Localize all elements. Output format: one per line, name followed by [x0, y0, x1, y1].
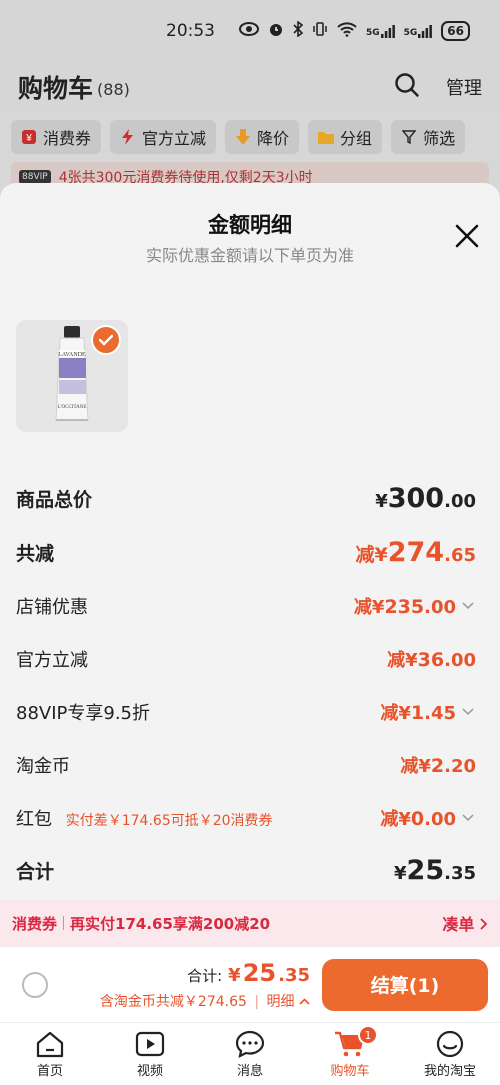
subtotal-value: ¥ 25 .35: [394, 855, 476, 886]
bluetooth-icon: [293, 20, 304, 41]
row-subtotal: 合计 ¥ 25 .35: [16, 855, 476, 886]
filter-group[interactable]: 分组: [308, 120, 383, 154]
checkout-button[interactable]: 结算(1): [322, 958, 488, 1011]
selected-check-icon[interactable]: [91, 325, 121, 355]
coupon-text: 再实付174.65享满200减20: [70, 914, 271, 933]
chevron-up-icon: [299, 994, 310, 1010]
filter-filter[interactable]: 筛选: [391, 120, 466, 154]
red-packet-note: 实付差￥174.65可抵￥20消费券: [65, 813, 273, 829]
filter-coupon[interactable]: ¥ 消费券: [11, 120, 102, 154]
home-icon: [36, 1031, 64, 1057]
battery-icon: 66: [441, 21, 470, 41]
row-total-price: 商品总价 ¥ 300 .00: [16, 483, 476, 514]
down-arrow-icon: [235, 129, 251, 145]
alarm-icon: [268, 21, 284, 41]
coupon-tag: 消费券: [12, 914, 58, 933]
folder-icon: [318, 129, 335, 145]
svg-text:¥: ¥: [25, 133, 32, 144]
eye-icon: [238, 22, 259, 40]
total-discount-label: 共减: [16, 543, 55, 565]
official-discount-value: 减¥ 36 .00: [387, 649, 476, 671]
row-vip-discount[interactable]: 88VIP专享9.5折 减¥ 1 .45: [16, 699, 476, 725]
checkout-total-label: 合计:: [187, 966, 223, 985]
checkout-totals: 合计: ¥ 25 .35 含淘金币共减￥274.65 | 明细: [99, 958, 310, 1010]
official-discount-label: 官方立减: [16, 650, 88, 671]
amount-detail-sheet: 金额明细 实际优惠金额请以下单页为准 LAVANDE L'OCCITANE 商品…: [0, 183, 500, 946]
sheet-title: 金额明细: [208, 213, 292, 237]
row-store-discount[interactable]: 店铺优惠 减¥ 235 .00: [16, 593, 476, 619]
checkout-bar: 合计: ¥ 25 .35 含淘金币共减￥274.65 | 明细 结算(1): [0, 946, 500, 1022]
filter-icon: [401, 129, 417, 145]
bottom-tab-bar: 首页 视频 消息 1 购物车 我的淘宝: [0, 1022, 500, 1085]
store-discount-label: 店铺优惠: [16, 597, 88, 618]
tab-cart[interactable]: 1 购物车: [300, 1023, 400, 1085]
filter-bar: ¥ 消费券 官方立减 降价 分组 筛选: [0, 120, 500, 156]
search-icon[interactable]: [394, 72, 420, 102]
checkout-total-int: 25: [242, 958, 277, 987]
detail-toggle[interactable]: 明细: [267, 994, 310, 1010]
coupon-icon: ¥: [21, 129, 37, 145]
wifi-icon: [337, 21, 357, 41]
status-icons: 5G 5G 66: [238, 20, 470, 41]
total-price-value: ¥ 300 .00: [375, 483, 476, 514]
tab-profile[interactable]: 我的淘宝: [400, 1023, 500, 1085]
filter-official[interactable]: 官方立减: [110, 120, 217, 154]
row-total-discount: 共减 减¥ 274 .65: [16, 537, 476, 568]
vip-discount-value: 减¥ 1 .45: [380, 699, 476, 725]
checkout-currency: ¥: [228, 964, 241, 986]
cart-count: (88): [97, 79, 130, 99]
subtotal-label: 合计: [16, 861, 55, 883]
message-icon: [235, 1030, 265, 1058]
close-icon[interactable]: [454, 223, 480, 249]
filter-label: 分组: [340, 129, 373, 148]
manage-button[interactable]: 管理: [446, 74, 482, 100]
select-all-radio[interactable]: [22, 971, 48, 998]
svg-text:LAVANDE: LAVANDE: [58, 352, 86, 358]
chevron-down-icon: [462, 602, 476, 610]
vip-discount-label: 88VIP专享9.5折: [16, 703, 151, 724]
signal-icon: 5G: [366, 24, 395, 38]
taojinbi-label: 淘金币: [16, 756, 70, 777]
video-icon: [135, 1031, 165, 1056]
red-packet-value: 减¥ 0 .00: [380, 805, 476, 831]
lightning-icon: [120, 129, 136, 145]
add-items-link[interactable]: 凑单: [442, 911, 488, 935]
filter-label: 降价: [257, 129, 290, 148]
total-price-label: 商品总价: [16, 489, 93, 511]
row-official-discount: 官方立减 减¥ 36 .00: [16, 646, 476, 672]
chevron-down-icon: [462, 814, 476, 822]
coupon-strip[interactable]: 消费券 再实付174.65享满200减20 凑单: [0, 900, 500, 946]
status-time: 20:53: [166, 21, 215, 41]
savings-text: 含淘金币共减￥274.65: [99, 993, 247, 1010]
svg-text:L'OCCITANE: L'OCCITANE: [58, 405, 87, 410]
page-title: 购物车: [18, 74, 94, 103]
cart-header: 购物车 (88) 管理: [0, 62, 500, 112]
cart-badge: 1: [358, 1025, 378, 1045]
tab-home[interactable]: 首页: [0, 1023, 100, 1085]
tab-messages[interactable]: 消息: [200, 1023, 300, 1085]
vibrate-icon: [312, 21, 328, 41]
taojinbi-value: 减¥ 2 .20: [400, 755, 476, 777]
checkout-total-dec: .35: [278, 964, 310, 986]
row-taojinbi: 淘金币 减¥ 2 .20: [16, 752, 476, 778]
store-discount-value: 减¥ 235 .00: [354, 593, 476, 619]
filter-label: 消费券: [43, 129, 92, 148]
row-red-packet[interactable]: 红包 实付差￥174.65可抵￥20消费券 减¥ 0 .00: [16, 805, 476, 831]
chevron-down-icon: [462, 708, 476, 716]
tab-video[interactable]: 视频: [100, 1023, 200, 1085]
vip-badge: 88VIP: [19, 170, 51, 184]
filter-label: 筛选: [423, 129, 456, 148]
red-packet-label: 红包 实付差￥174.65可抵￥20消费券: [16, 809, 273, 830]
profile-icon: [436, 1030, 464, 1057]
divider: [63, 916, 65, 930]
signal-icon-2: 5G: [404, 24, 433, 38]
chevron-right-icon: [480, 915, 488, 934]
sheet-subtitle: 实际优惠金额请以下单页为准: [145, 246, 354, 265]
status-bar: 20:53 5G 5G 66: [0, 0, 500, 62]
filter-price-drop[interactable]: 降价: [225, 120, 300, 154]
filter-label: 官方立减: [142, 129, 207, 148]
total-discount-value: 减¥ 274 .65: [355, 537, 477, 568]
